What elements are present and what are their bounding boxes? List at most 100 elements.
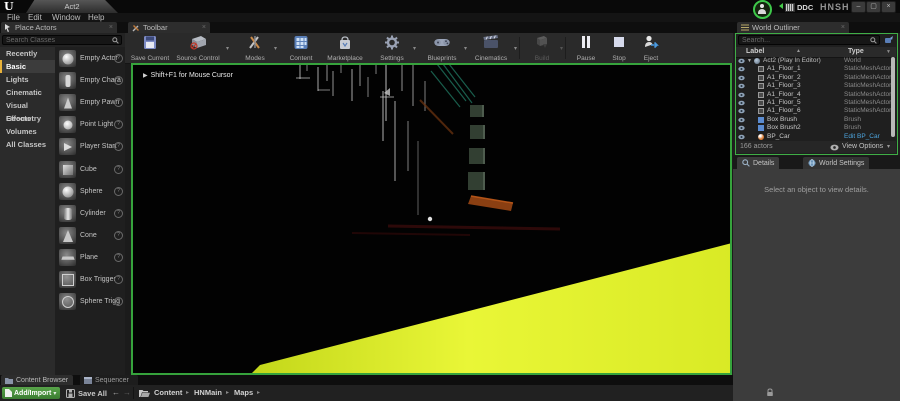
tab-place-actors[interactable]: Place Actors × bbox=[1, 22, 117, 33]
back-button[interactable]: ← bbox=[112, 388, 120, 397]
pause-icon bbox=[582, 36, 590, 48]
category-geometry[interactable]: Geometry bbox=[0, 112, 55, 125]
place-actors-search-input[interactable] bbox=[2, 35, 122, 45]
dropdown-caret-icon[interactable]: ▾ bbox=[514, 45, 517, 52]
breadcrumb-maps[interactable]: Maps bbox=[234, 388, 253, 397]
sort-ascending-icon[interactable]: ▲ bbox=[796, 48, 801, 54]
dropdown-caret-icon[interactable]: ▾ bbox=[413, 45, 416, 52]
outliner-row-floor1[interactable]: A1_Floor_1 StaticMeshActor bbox=[736, 65, 896, 73]
menu-window[interactable]: Window bbox=[52, 13, 80, 22]
dropdown-caret-icon[interactable]: ▾ bbox=[226, 45, 229, 52]
eject-button[interactable]: Eject bbox=[637, 33, 665, 63]
breadcrumb-hnmain[interactable]: HNMain bbox=[194, 388, 222, 397]
save-current-button[interactable]: Save Current bbox=[130, 33, 170, 63]
close-tab-icon[interactable]: × bbox=[202, 24, 206, 31]
source-control-button[interactable]: Source Control ▾ bbox=[173, 33, 229, 63]
item-empty-pawn[interactable]: Empty Pawn? bbox=[55, 92, 125, 113]
save-all-button[interactable]: Save All bbox=[78, 389, 107, 398]
close-button[interactable]: × bbox=[881, 1, 896, 13]
content-button[interactable]: Content bbox=[283, 33, 319, 63]
category-cinematic[interactable]: Cinematic bbox=[0, 86, 55, 99]
pause-button[interactable]: Pause bbox=[571, 33, 601, 63]
dropdown-caret-icon[interactable]: ▾ bbox=[464, 45, 467, 52]
wrench-icon bbox=[132, 24, 139, 31]
avatar-head-icon bbox=[760, 4, 764, 8]
item-empty-actor[interactable]: Empty Actor? bbox=[55, 48, 125, 69]
marketplace-button[interactable]: Marketplace bbox=[321, 33, 369, 63]
item-cylinder[interactable]: Cylinder? bbox=[55, 203, 125, 224]
visibility-eye-icon[interactable] bbox=[738, 108, 745, 114]
item-cube[interactable]: Cube? bbox=[55, 159, 125, 180]
tab-world-settings[interactable]: World Settings bbox=[803, 157, 870, 169]
category-all-classes[interactable]: All Classes bbox=[0, 138, 55, 151]
column-label[interactable]: Label bbox=[746, 48, 764, 55]
category-volumes[interactable]: Volumes bbox=[0, 125, 55, 138]
menu-edit[interactable]: Edit bbox=[28, 13, 42, 22]
category-basic[interactable]: Basic bbox=[0, 60, 55, 73]
breadcrumb-content[interactable]: Content bbox=[154, 388, 182, 397]
tab-sequencer[interactable]: Sequencer bbox=[80, 375, 138, 385]
visibility-eye-icon[interactable] bbox=[738, 125, 745, 131]
tab-toolbar[interactable]: Toolbar × bbox=[128, 22, 210, 33]
outliner-search-input[interactable] bbox=[738, 35, 880, 45]
item-box-trigger[interactable]: Box Trigger? bbox=[55, 269, 125, 290]
item-sphere-trigger[interactable]: Sphere Trigg? bbox=[55, 291, 125, 312]
tab-details[interactable]: Details bbox=[737, 157, 780, 169]
forward-button[interactable]: → bbox=[123, 388, 131, 397]
outliner-row-floor5[interactable]: A1_Floor_5 StaticMeshActor bbox=[736, 99, 896, 107]
view-options-button[interactable]: View Options bbox=[842, 143, 883, 150]
build-button[interactable]: Build ▾ bbox=[525, 33, 563, 63]
outliner-tabstrip: World Outliner × bbox=[733, 22, 900, 33]
type-filter-icon[interactable]: ▼ bbox=[886, 49, 891, 55]
level-tab[interactable]: Act2 bbox=[26, 0, 118, 13]
outliner-row-floor6[interactable]: A1_Floor_6 StaticMeshActor bbox=[736, 107, 896, 115]
outliner-row-boxbrush[interactable]: Box Brush Brush bbox=[736, 116, 896, 124]
blueprints-button[interactable]: Blueprints ▾ bbox=[421, 33, 467, 63]
settings-button[interactable]: Settings ▾ bbox=[373, 33, 416, 63]
world-filter-icon[interactable] bbox=[884, 36, 893, 45]
visibility-eye-icon[interactable] bbox=[738, 117, 745, 123]
restore-button[interactable]: ▢ bbox=[866, 1, 881, 13]
outliner-row-bpcar[interactable]: BP_Car Edit BP_Car bbox=[736, 133, 896, 141]
item-point-light[interactable]: Point Light? bbox=[55, 114, 125, 135]
stop-button[interactable]: Stop bbox=[606, 33, 632, 63]
game-viewport[interactable]: ▶ Shift+F1 for Mouse Cursor bbox=[131, 63, 732, 375]
category-visual-effects[interactable]: Visual Effects bbox=[0, 99, 55, 123]
visibility-eye-icon[interactable] bbox=[738, 134, 745, 140]
outliner-row-floor4[interactable]: A1_Floor_4 StaticMeshActor bbox=[736, 91, 896, 99]
item-plane[interactable]: Plane? bbox=[55, 247, 125, 268]
lock-icon[interactable] bbox=[766, 388, 774, 397]
edit-blueprint-link[interactable]: Edit BP_Car bbox=[844, 133, 891, 141]
close-tab-icon[interactable]: × bbox=[841, 24, 845, 31]
modes-button[interactable]: Modes ▾ bbox=[237, 33, 277, 63]
dropdown-caret-icon[interactable]: ▾ bbox=[274, 45, 277, 52]
outliner-scrollbar[interactable] bbox=[891, 57, 895, 137]
tab-world-outliner[interactable]: World Outliner × bbox=[737, 22, 849, 33]
menu-file[interactable]: File bbox=[7, 13, 20, 22]
outliner-row-act2[interactable]: ▼ Act2 (Play In Editor) World bbox=[736, 57, 896, 65]
outliner-row-floor3[interactable]: A1_Floor_3 StaticMeshActor bbox=[736, 82, 896, 90]
column-type[interactable]: Type bbox=[848, 48, 864, 55]
item-empty-character[interactable]: Empty Chara? bbox=[55, 70, 125, 91]
menu-help[interactable]: Help bbox=[88, 13, 104, 22]
item-cone[interactable]: Cone? bbox=[55, 225, 125, 246]
cinematics-button[interactable]: Cinematics ▾ bbox=[469, 33, 517, 63]
visibility-eye-icon[interactable] bbox=[738, 92, 745, 98]
add-import-button[interactable]: Add/Import ▾ bbox=[2, 387, 60, 399]
visibility-eye-icon[interactable] bbox=[738, 66, 745, 72]
category-lights[interactable]: Lights bbox=[0, 73, 55, 86]
item-player-start[interactable]: Player Start? bbox=[55, 136, 125, 157]
visibility-eye-icon[interactable] bbox=[738, 83, 745, 89]
outliner-row-boxbrush2[interactable]: Box Brush2 Brush bbox=[736, 124, 896, 132]
expander-icon[interactable]: ▼ bbox=[747, 57, 752, 65]
item-sphere[interactable]: Sphere? bbox=[55, 181, 125, 202]
close-tab-icon[interactable]: × bbox=[109, 24, 113, 31]
minimize-button[interactable]: – bbox=[851, 1, 866, 13]
category-recently-placed[interactable]: Recently Placed bbox=[0, 47, 55, 71]
session-avatar[interactable] bbox=[753, 0, 772, 19]
visibility-eye-icon[interactable] bbox=[738, 100, 745, 106]
visibility-eye-icon[interactable] bbox=[738, 75, 745, 81]
visibility-eye-icon[interactable] bbox=[738, 58, 745, 64]
outliner-row-floor2[interactable]: A1_Floor_2 StaticMeshActor bbox=[736, 74, 896, 82]
tab-content-browser[interactable]: Content Browser bbox=[1, 375, 73, 385]
